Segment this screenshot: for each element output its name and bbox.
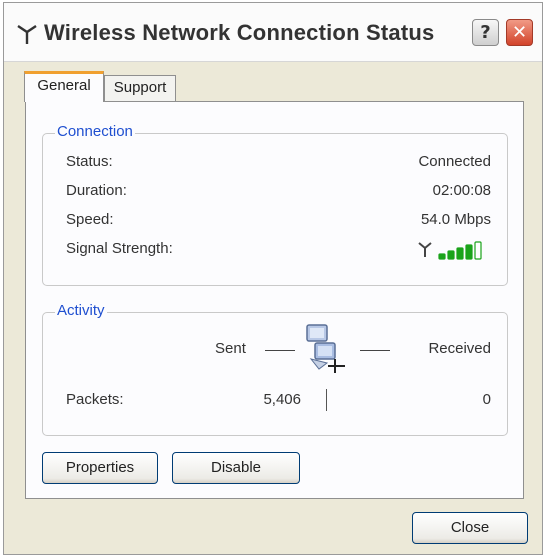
title-bar[interactable]: Wireless Network Connection Status ? ✕ bbox=[4, 3, 542, 62]
speed-row: Speed: 54.0 Mbps bbox=[66, 211, 491, 231]
speed-value: 54.0 Mbps bbox=[420, 211, 491, 228]
signal-antenna-icon bbox=[418, 242, 432, 257]
speed-label: Speed: bbox=[66, 211, 114, 228]
status-label: Status: bbox=[66, 153, 113, 170]
help-button[interactable]: ? bbox=[472, 19, 499, 46]
status-dialog: Wireless Network Connection Status ? ✕ G… bbox=[3, 2, 543, 555]
wireless-antenna-icon bbox=[17, 25, 37, 44]
signal-bar bbox=[447, 250, 455, 260]
general-tab-panel: Connection Status: Connected Duration: 0… bbox=[25, 101, 524, 499]
connection-legend: Connection bbox=[55, 123, 135, 140]
packets-sent-value: 5,406 bbox=[263, 391, 301, 408]
window-close-button[interactable]: ✕ bbox=[506, 19, 533, 46]
packets-separator bbox=[326, 389, 327, 411]
packets-received-value: 0 bbox=[482, 391, 491, 408]
received-label: Received bbox=[428, 340, 491, 357]
duration-label: Duration: bbox=[66, 182, 127, 199]
status-value: Connected bbox=[418, 153, 491, 170]
tab-general[interactable]: General bbox=[24, 71, 104, 102]
tab-support[interactable]: Support bbox=[104, 75, 176, 101]
signal-strength-meter bbox=[418, 241, 482, 260]
network-computers-icon bbox=[306, 324, 345, 373]
packets-label: Packets: bbox=[66, 391, 124, 408]
signal-bar bbox=[438, 253, 446, 260]
sent-label: Sent bbox=[215, 340, 246, 357]
activity-group: Activity Sent Received Packets: 5,406 0 bbox=[42, 302, 508, 436]
close-button[interactable]: Close bbox=[412, 512, 528, 544]
sent-line bbox=[265, 350, 295, 351]
received-line bbox=[360, 350, 390, 351]
duration-value: 02:00:08 bbox=[432, 182, 491, 199]
signal-row: Signal Strength: bbox=[66, 240, 491, 260]
signal-strength-label: Signal Strength: bbox=[66, 240, 173, 257]
status-row: Status: Connected bbox=[66, 153, 491, 173]
window-title: Wireless Network Connection Status bbox=[44, 20, 435, 45]
signal-bar bbox=[474, 241, 482, 260]
properties-button[interactable]: Properties bbox=[42, 452, 158, 484]
disable-button[interactable]: Disable bbox=[172, 452, 300, 484]
duration-row: Duration: 02:00:08 bbox=[66, 182, 491, 202]
activity-legend: Activity bbox=[55, 302, 107, 319]
signal-bar bbox=[465, 244, 473, 260]
signal-bar bbox=[456, 247, 464, 260]
connection-group: Connection Status: Connected Duration: 0… bbox=[42, 123, 508, 286]
